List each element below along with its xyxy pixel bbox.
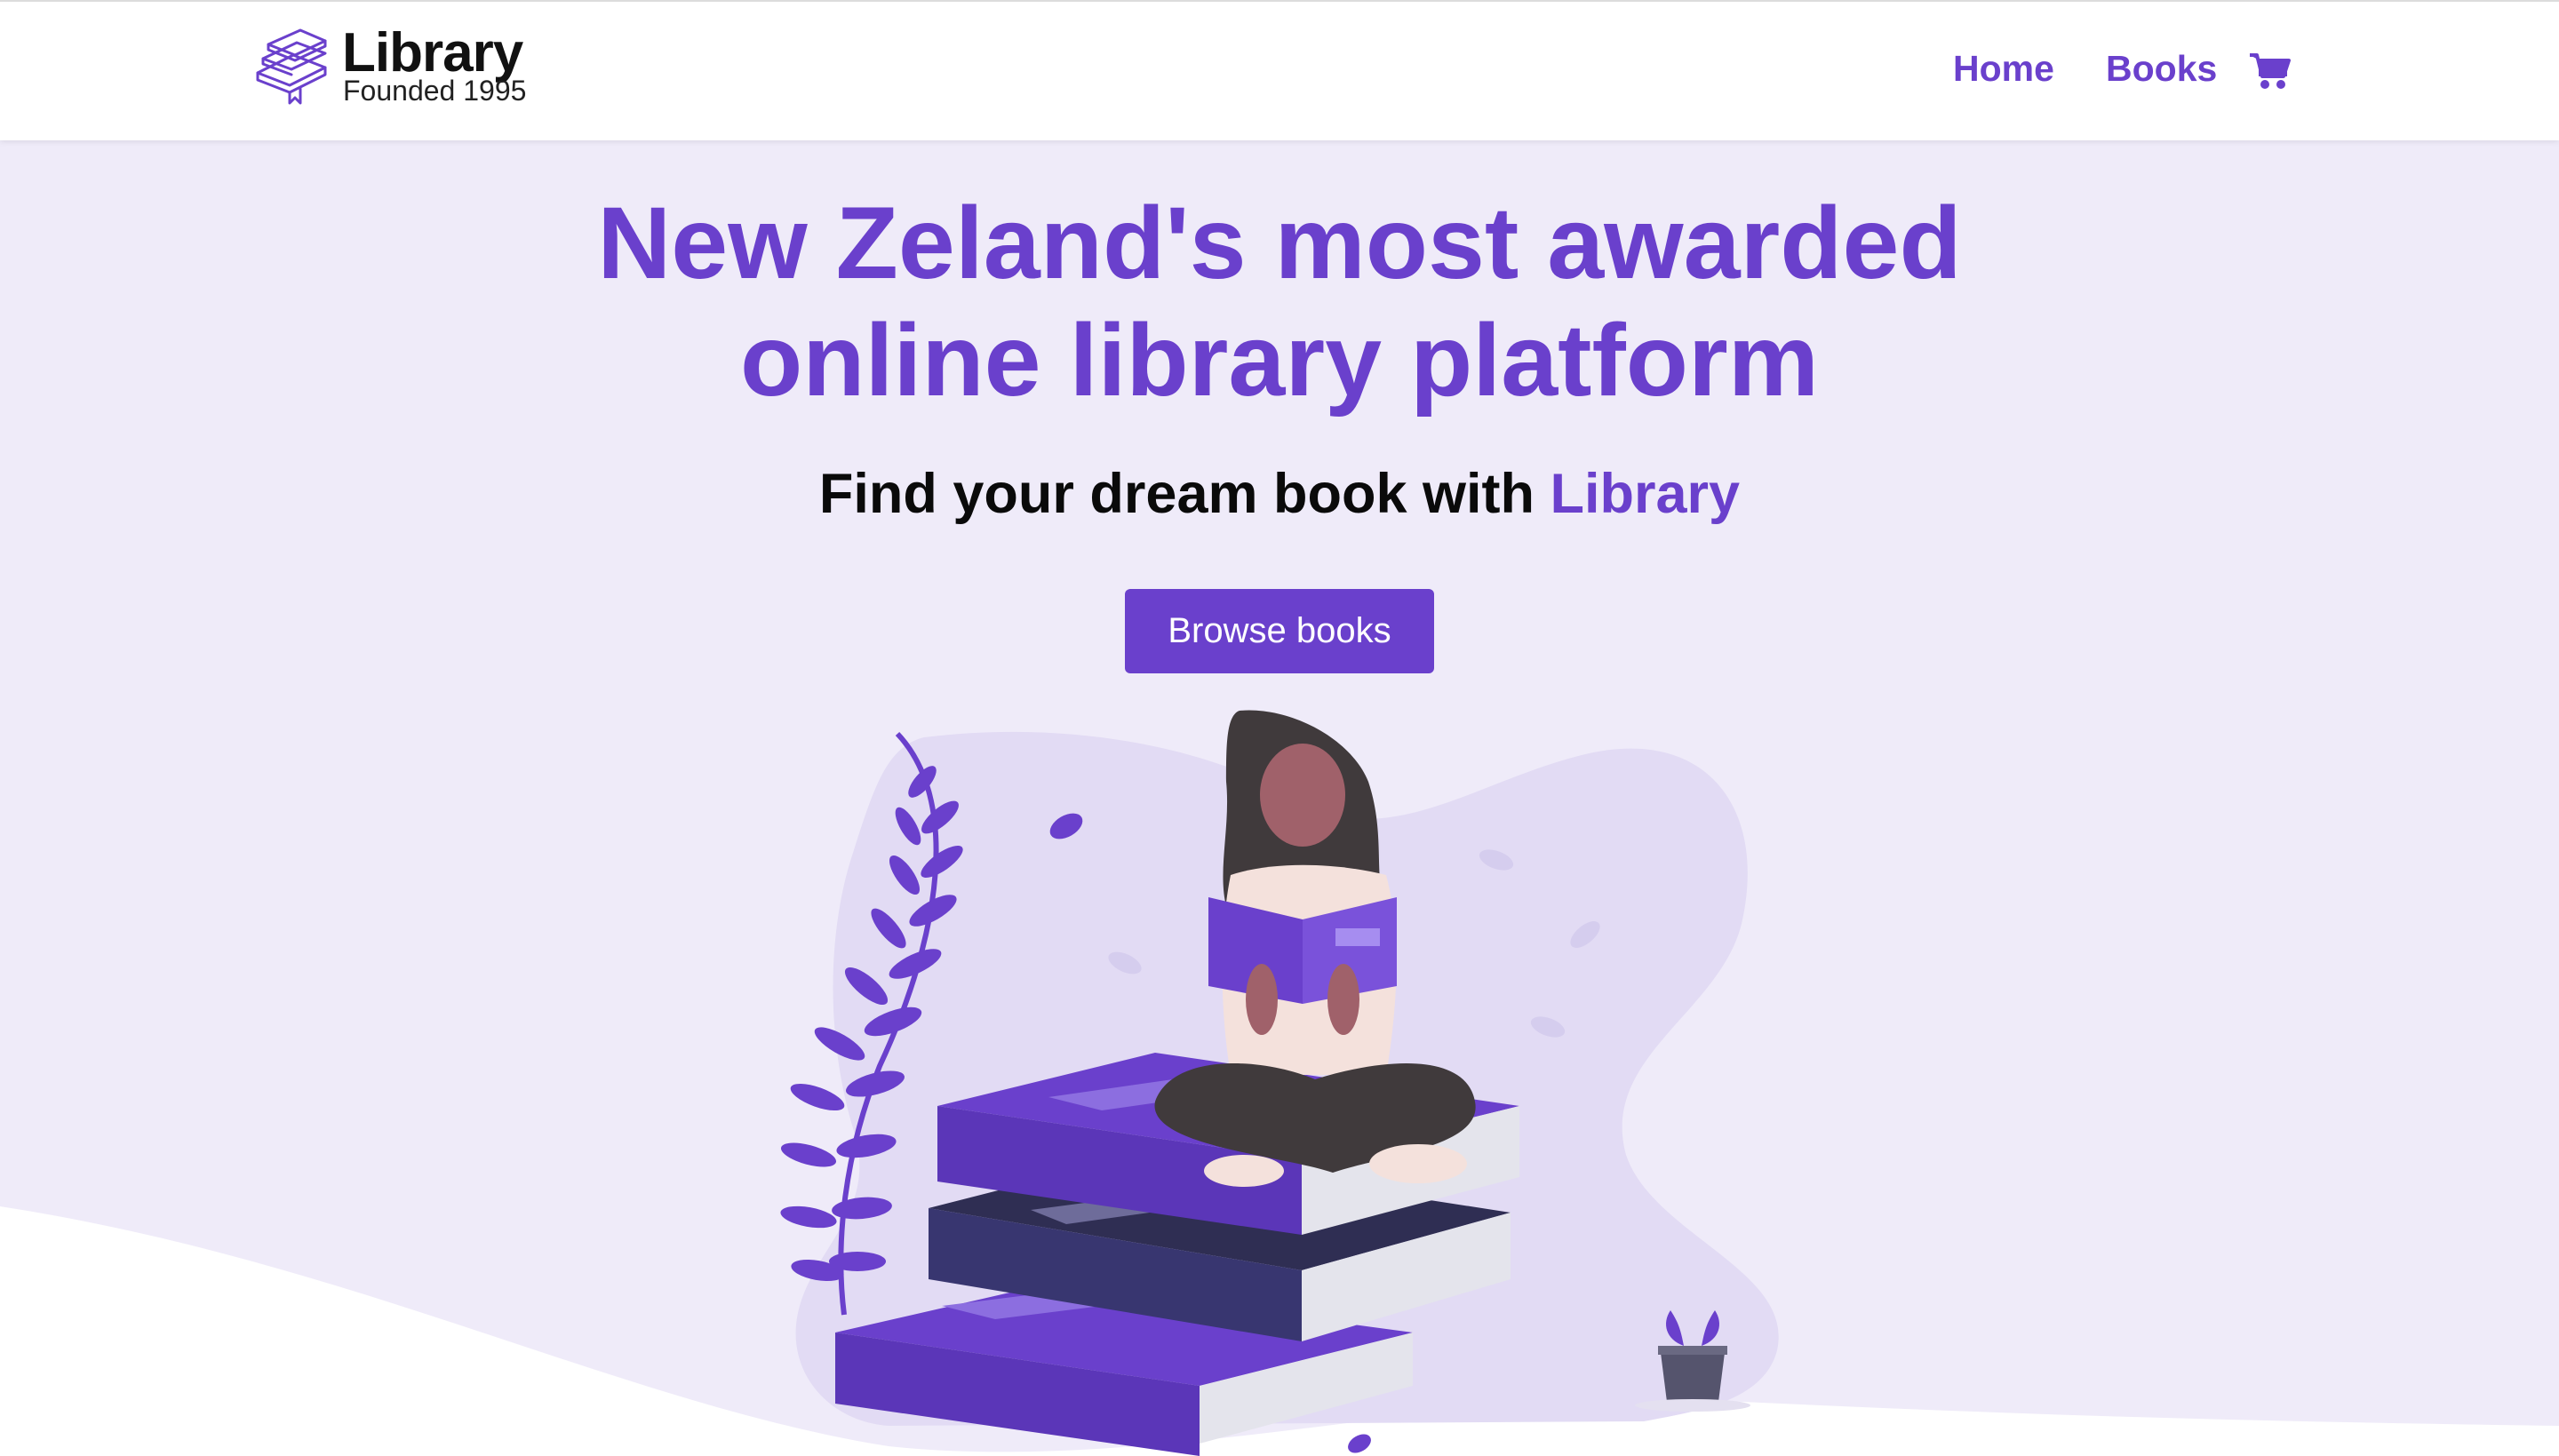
hero-title-line1: New Zeland's most awarded (597, 187, 1962, 300)
hero-title: New Zeland's most awarded online library… (0, 185, 2559, 419)
navbar: Library Founded 1995 Home Books (0, 0, 2559, 140)
hero-subtitle-prefix: Find your dream book with (818, 463, 1535, 525)
shopping-cart-icon[interactable] (2248, 52, 2291, 91)
hero-subtitle: Find your dream book with Library (0, 462, 2559, 526)
books-stack-icon (256, 28, 327, 105)
nav-link-home[interactable]: Home (1953, 48, 2054, 90)
logo-subtitle: Founded 1995 (343, 75, 527, 107)
hero-title-line2: online library platform (739, 304, 1820, 418)
browse-books-button[interactable]: Browse books (1125, 589, 1434, 673)
hero-subtitle-accent: Library (1550, 463, 1741, 525)
reading-woman-illustration (0, 710, 2559, 1456)
nav-link-books[interactable]: Books (2106, 48, 2217, 90)
